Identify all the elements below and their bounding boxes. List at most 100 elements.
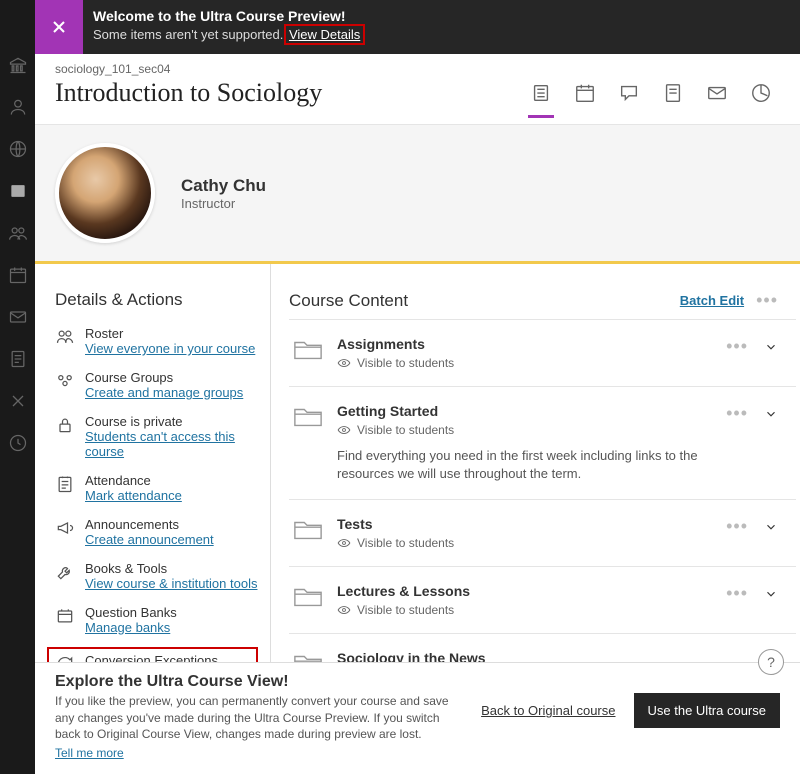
visibility-label: Visible to students bbox=[337, 536, 712, 550]
profile-icon[interactable] bbox=[8, 97, 28, 117]
use-ultra-button[interactable]: Use the Ultra course bbox=[634, 693, 781, 728]
details-item-link[interactable]: View course & institution tools bbox=[85, 576, 257, 591]
visibility-label: Visible to students bbox=[337, 356, 712, 370]
institution-icon[interactable] bbox=[8, 55, 28, 75]
tab-gradebook-icon[interactable] bbox=[662, 82, 684, 104]
details-item-title: Announcements bbox=[85, 517, 214, 532]
details-item-link[interactable]: Create and manage groups bbox=[85, 385, 243, 400]
banner-title: Welcome to the Ultra Course Preview! bbox=[93, 7, 362, 26]
folder-icon bbox=[293, 652, 323, 662]
content-item-title: Lectures & Lessons bbox=[337, 583, 712, 599]
attendance-icon bbox=[55, 474, 75, 494]
course-title: Introduction to Sociology bbox=[55, 78, 322, 108]
roster-icon bbox=[55, 327, 75, 347]
details-item-title: Conversion Exceptions bbox=[85, 653, 250, 662]
details-item-megaphone: AnnouncementsCreate announcement bbox=[55, 517, 260, 547]
content-item-more-icon[interactable]: ••• bbox=[726, 336, 748, 357]
calendar-icon[interactable] bbox=[8, 265, 28, 285]
content-item[interactable]: Lectures & Lessons Visible to students ••• bbox=[289, 567, 796, 634]
content-item-more-icon[interactable]: ••• bbox=[726, 516, 748, 537]
megaphone-icon bbox=[55, 518, 75, 538]
messages-icon[interactable] bbox=[8, 307, 28, 327]
preview-banner: Welcome to the Ultra Course Preview! Som… bbox=[35, 0, 800, 54]
details-item-title: Course is private bbox=[85, 414, 260, 429]
batch-edit-link[interactable]: Batch Edit bbox=[680, 293, 744, 308]
details-item-title: Course Groups bbox=[85, 370, 243, 385]
content-item-more-icon[interactable]: ••• bbox=[726, 583, 748, 604]
content-item[interactable]: Assignments Visible to students ••• bbox=[289, 320, 796, 387]
refresh-icon bbox=[55, 654, 75, 662]
groups-icon[interactable] bbox=[8, 223, 28, 243]
content-item-desc: Find everything you need in the first we… bbox=[337, 447, 712, 483]
course-id: sociology_101_sec04 bbox=[55, 62, 780, 76]
banner-subtitle: Some items aren't yet supported. View De… bbox=[93, 26, 362, 44]
lock-icon bbox=[55, 415, 75, 435]
details-item-title: Question Banks bbox=[85, 605, 177, 620]
tab-messages-icon[interactable] bbox=[706, 82, 728, 104]
tell-me-more-link[interactable]: Tell me more bbox=[55, 746, 124, 760]
courses-icon[interactable] bbox=[8, 181, 28, 201]
content-item-title: Getting Started bbox=[337, 403, 712, 419]
avatar bbox=[55, 143, 155, 243]
content-more-icon[interactable]: ••• bbox=[756, 290, 778, 311]
tab-calendar-icon[interactable] bbox=[574, 82, 596, 104]
instructor-band: Cathy Chu Instructor bbox=[35, 124, 800, 264]
content-item-title: Assignments bbox=[337, 336, 712, 352]
signout-icon[interactable] bbox=[8, 433, 28, 453]
details-actions-panel: Details & Actions RosterView everyone in… bbox=[55, 264, 270, 662]
global-nav-rail bbox=[0, 0, 35, 774]
tab-content-icon[interactable] bbox=[530, 82, 552, 104]
details-item-lock: Course is privateStudents can't access t… bbox=[55, 414, 260, 459]
course-header: sociology_101_sec04 Introduction to Soci… bbox=[35, 54, 800, 108]
details-item-title: Books & Tools bbox=[85, 561, 257, 576]
details-item-groups: Course GroupsCreate and manage groups bbox=[55, 370, 260, 400]
content-item-more-icon[interactable]: ••• bbox=[726, 403, 748, 424]
folder-icon bbox=[293, 518, 323, 542]
grades-icon[interactable] bbox=[8, 349, 28, 369]
folder-icon bbox=[293, 585, 323, 609]
tab-discussions-icon[interactable] bbox=[618, 82, 640, 104]
content-item[interactable]: Getting Started Visible to students Find e… bbox=[289, 387, 796, 500]
visibility-label: Visible to students bbox=[337, 423, 712, 437]
details-item-bank: Question BanksManage banks bbox=[55, 605, 260, 635]
details-heading: Details & Actions bbox=[55, 290, 260, 310]
details-item-attendance: AttendanceMark attendance bbox=[55, 473, 260, 503]
details-item-link[interactable]: Mark attendance bbox=[85, 488, 182, 503]
details-item-link[interactable]: Students can't access this course bbox=[85, 429, 260, 459]
content-item[interactable]: Tests Visible to students ••• bbox=[289, 500, 796, 567]
instructor-name: Cathy Chu bbox=[181, 176, 266, 196]
chevron-down-icon[interactable] bbox=[764, 520, 778, 534]
bank-icon bbox=[55, 606, 75, 626]
content-heading: Course Content bbox=[289, 291, 408, 311]
details-item-link[interactable]: Create announcement bbox=[85, 532, 214, 547]
chevron-down-icon[interactable] bbox=[764, 340, 778, 354]
details-item-link[interactable]: Manage banks bbox=[85, 620, 177, 635]
content-item-title: Sociology in the News bbox=[337, 650, 778, 662]
content-item[interactable]: Sociology in the News bbox=[289, 634, 796, 662]
tab-analytics-icon[interactable] bbox=[750, 82, 772, 104]
tools-icon[interactable] bbox=[8, 391, 28, 411]
back-to-original-link[interactable]: Back to Original course bbox=[481, 703, 615, 718]
footer-bar: ? Explore the Ultra Course View! If you … bbox=[35, 662, 800, 774]
globe-icon[interactable] bbox=[8, 139, 28, 159]
course-tabs bbox=[530, 82, 780, 104]
chevron-down-icon[interactable] bbox=[764, 407, 778, 421]
close-banner-button[interactable] bbox=[35, 0, 83, 54]
details-item-refresh: Conversion ExceptionsReview all course e… bbox=[49, 649, 256, 662]
details-item-link[interactable]: View everyone in your course bbox=[85, 341, 255, 356]
folder-icon bbox=[293, 405, 323, 429]
instructor-role: Instructor bbox=[181, 196, 266, 211]
details-item-title: Roster bbox=[85, 326, 255, 341]
details-item-roster: RosterView everyone in your course bbox=[55, 326, 260, 356]
visibility-label: Visible to students bbox=[337, 603, 712, 617]
content-item-title: Tests bbox=[337, 516, 712, 532]
help-icon[interactable]: ? bbox=[758, 649, 784, 675]
course-content-panel: Course Content Batch Edit ••• Assignment… bbox=[270, 264, 796, 662]
groups-icon bbox=[55, 371, 75, 391]
details-item-wrench: Books & ToolsView course & institution t… bbox=[55, 561, 260, 591]
details-item-title: Attendance bbox=[85, 473, 182, 488]
footer-text: If you like the preview, you can permane… bbox=[55, 693, 461, 742]
chevron-down-icon[interactable] bbox=[764, 587, 778, 601]
folder-icon bbox=[293, 338, 323, 362]
view-details-link[interactable]: View Details bbox=[287, 27, 362, 42]
